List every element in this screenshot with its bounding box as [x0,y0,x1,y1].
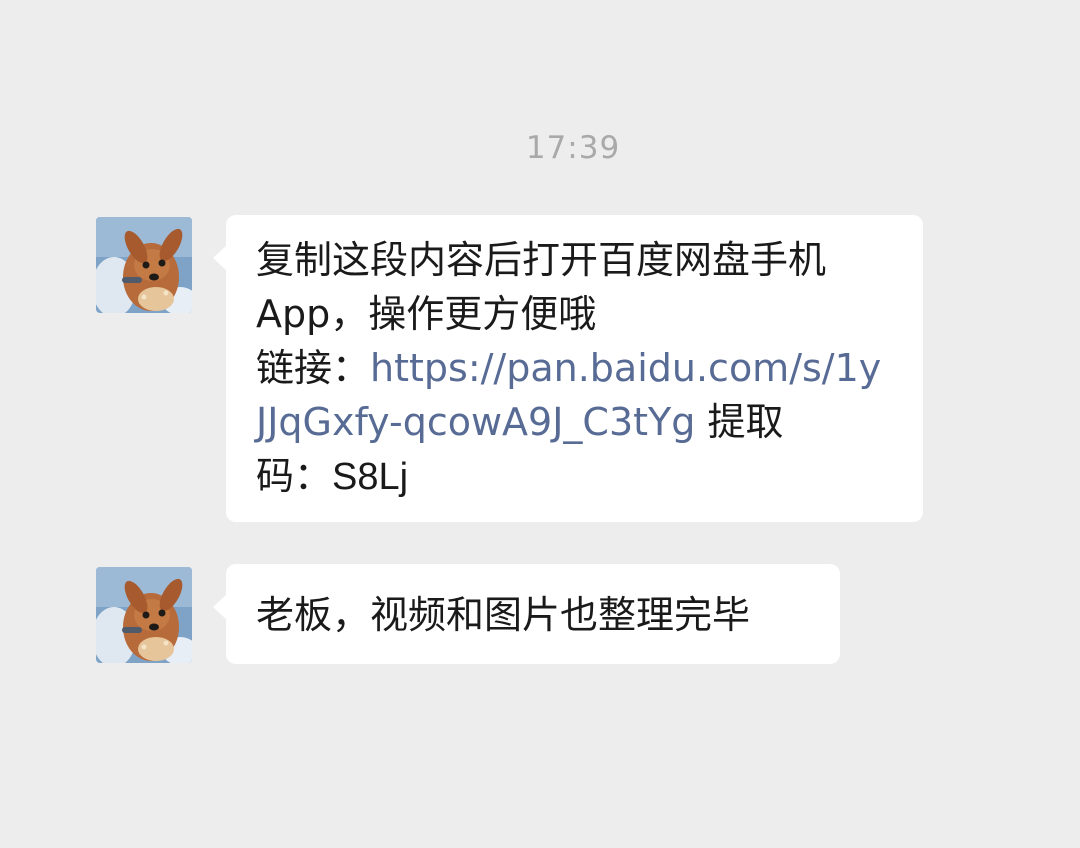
fawn-avatar-icon [96,567,192,663]
message-line: 链接：https://pan.baidu.com/s/1y [256,346,882,390]
fawn-avatar-icon [96,217,192,313]
message-line: 复制这段内容后打开百度网盘手机 [256,238,827,282]
share-link-continued[interactable]: JJqGxfy-qcowA9J_C3tYg [256,400,695,444]
sender-avatar[interactable] [96,567,192,663]
message-line: 码：S8Lj [256,454,409,498]
message-timestamp: 17:39 [525,130,621,166]
sender-avatar[interactable] [96,217,192,313]
message-line: JJqGxfy-qcowA9J_C3tYg 提取 [256,400,784,444]
message-bubble[interactable]: 老板，视频和图片也整理完毕 [213,564,840,664]
message-bubble[interactable]: 复制这段内容后打开百度网盘手机 App，操作更方便哦 链接：https://pa… [213,215,923,522]
message-text: 老板，视频和图片也整理完毕 [256,593,751,637]
message-line: App，操作更方便哦 [256,292,597,336]
extraction-code: S8Lj [332,456,409,498]
share-link[interactable]: https://pan.baidu.com/s/1y [370,346,881,390]
